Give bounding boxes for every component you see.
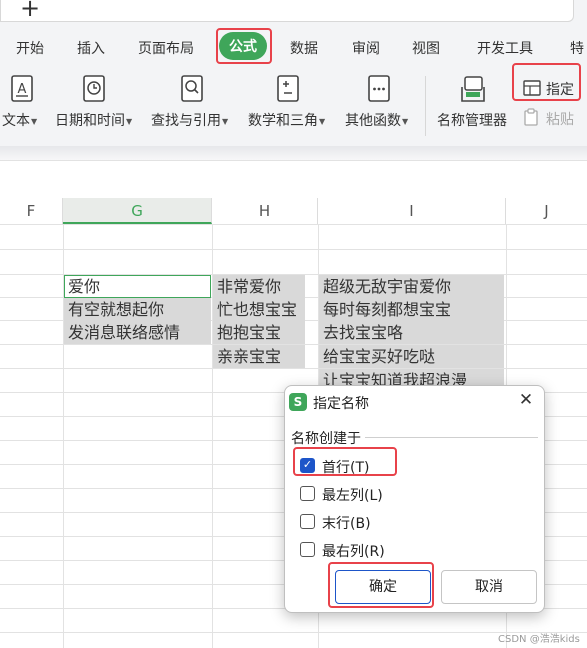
math-book-icon	[277, 75, 299, 102]
ribbon-name-manager[interactable]: 名称管理器	[437, 110, 507, 130]
check-icon[interactable]: ✓	[300, 458, 315, 473]
menu-review[interactable]: 审阅	[352, 38, 380, 58]
close-icon[interactable]: ✕	[515, 389, 537, 411]
group-label: 名称创建于	[291, 428, 365, 448]
menu-special[interactable]: 特	[570, 38, 584, 58]
cell-g3[interactable]: 发消息联络感情	[64, 321, 211, 344]
ribbon-paste[interactable]: 粘贴	[546, 109, 574, 129]
menu-bar: 开始 插入 页面布局 公式 数据 审阅 视图 开发工具 特	[0, 24, 587, 70]
calendar-clock-icon	[83, 75, 105, 102]
ribbon-shadow	[0, 146, 587, 160]
document-tab[interactable]	[0, 0, 574, 22]
cell-h3[interactable]: 抱抱宝宝	[213, 321, 305, 344]
ribbon-text-function[interactable]: 文本▼	[2, 110, 37, 130]
grid-line	[0, 249, 587, 250]
ribbon-other-functions[interactable]: 其他函数▼	[345, 110, 408, 130]
grid-line	[0, 160, 587, 161]
define-name-icon	[523, 80, 541, 96]
svg-text:A: A	[18, 82, 27, 97]
checkbox[interactable]	[300, 542, 315, 557]
column-header-j[interactable]: J	[506, 198, 587, 224]
ribbon-lookup-reference[interactable]: 查找与引用▼	[151, 110, 228, 130]
column-header-h[interactable]: H	[212, 198, 318, 224]
column-header-i[interactable]: I	[318, 198, 506, 224]
checkbox[interactable]	[300, 514, 315, 529]
ribbon-math-trig[interactable]: 数学和三角▼	[248, 110, 325, 130]
menu-formulas[interactable]: 公式	[219, 32, 267, 60]
column-header-f[interactable]: F	[0, 198, 63, 224]
cell-i2[interactable]: 每时每刻都想宝宝	[319, 298, 504, 321]
paste-icon	[524, 108, 538, 126]
name-manager-icon	[461, 76, 485, 102]
ribbon-define-name[interactable]: 指定	[546, 79, 574, 99]
cell-g1[interactable]: 爱你	[64, 275, 211, 298]
cell-i1[interactable]: 超级无敌宇宙爱你	[319, 275, 504, 298]
cell-h4[interactable]: 亲亲宝宝	[213, 345, 305, 368]
column-header-g[interactable]: G	[63, 198, 212, 224]
checkbox[interactable]	[300, 486, 315, 501]
grid-line	[0, 224, 587, 225]
cell-i4[interactable]: 给宝宝买好吃哒	[319, 345, 504, 368]
app-logo-icon: S	[289, 393, 307, 411]
cell-h2[interactable]: 忙也想宝宝	[213, 298, 305, 321]
menu-page-layout[interactable]: 页面布局	[138, 38, 194, 58]
define-name-dialog: S 指定名称 ✕ 名称创建于 ✓ 首行(T) 最左列(L) 末行(B) 最右列(…	[284, 385, 545, 613]
tab-strip: +	[0, 0, 587, 24]
menu-home[interactable]: 开始	[16, 38, 44, 58]
ribbon: A 文本▼ 日期和时间▼ 查找与引用▼ 数学和三角▼ 其他函数▼ 名称管理器 指…	[0, 70, 587, 146]
plus-icon[interactable]: +	[20, 0, 40, 22]
menu-view[interactable]: 视图	[412, 38, 440, 58]
cell-h1[interactable]: 非常爱你	[213, 275, 305, 298]
menu-insert[interactable]: 插入	[77, 38, 105, 58]
watermark: CSDN @浩浩kids	[498, 634, 580, 645]
cell-g2[interactable]: 有空就想起你	[64, 298, 211, 321]
search-book-icon	[181, 75, 203, 102]
dialog-title: 指定名称	[313, 396, 369, 412]
menu-developer[interactable]: 开发工具	[477, 38, 533, 58]
menu-data[interactable]: 数据	[290, 38, 318, 58]
ribbon-separator	[425, 76, 426, 136]
cancel-button[interactable]: 取消	[441, 570, 537, 604]
cell-i3[interactable]: 去找宝宝咯	[319, 321, 504, 344]
ok-button[interactable]: 确定	[335, 570, 431, 604]
text-function-icon: A	[11, 75, 33, 102]
more-functions-icon	[368, 75, 390, 102]
ribbon-date-time[interactable]: 日期和时间▼	[55, 110, 132, 130]
